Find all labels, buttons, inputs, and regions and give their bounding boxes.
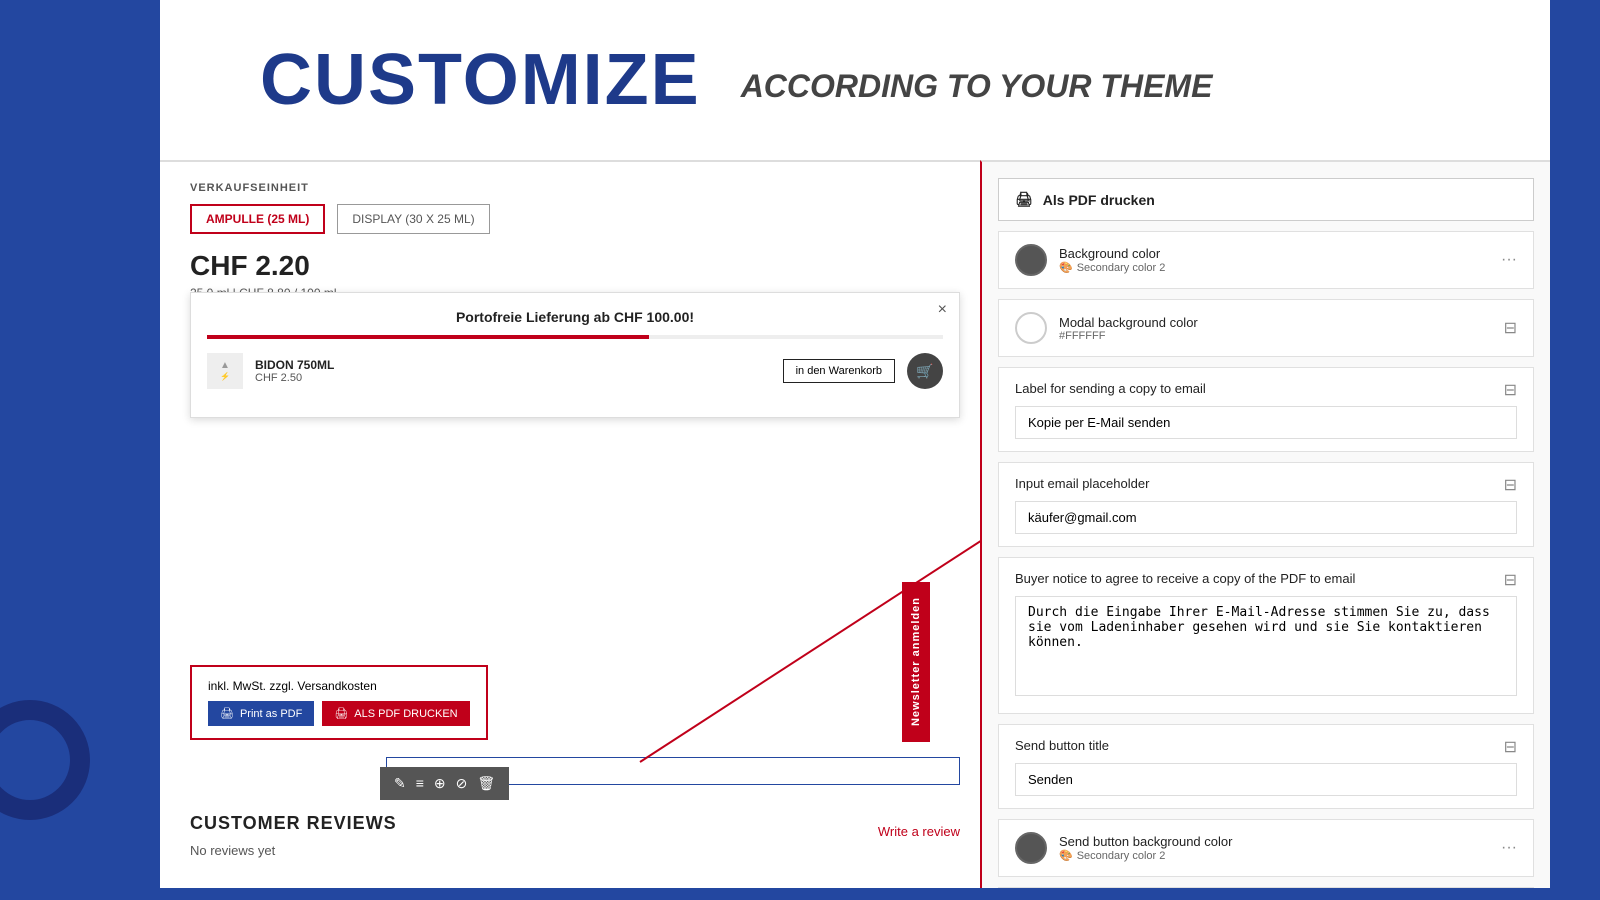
toolbar-delete-icon[interactable]: 🗑 bbox=[477, 775, 495, 792]
label-sending-copy-input[interactable] bbox=[1015, 406, 1517, 439]
palette-icon: 🎨 bbox=[1059, 261, 1073, 274]
delivery-progress-bar bbox=[207, 335, 943, 339]
background-color-label-group: Background color 🎨 Secondary color 2 bbox=[1059, 246, 1489, 274]
buyer-notice-item: Buyer notice to agree to receive a copy … bbox=[998, 557, 1534, 714]
buyer-notice-textarea[interactable]: Durch die Eingabe Ihrer E-Mail-Adresse s… bbox=[1015, 596, 1517, 696]
toolbar-slash-icon[interactable]: ⊘ bbox=[456, 775, 468, 792]
input-email-placeholder-db-icon[interactable]: ⊟ bbox=[1504, 475, 1517, 495]
label-sending-copy-label: Label for sending a copy to email bbox=[1015, 381, 1206, 396]
delivery-progress-fill bbox=[207, 335, 649, 339]
label-sending-copy-db-icon[interactable]: ⊟ bbox=[1504, 380, 1517, 400]
send-btn-bg-swatch[interactable] bbox=[1015, 832, 1047, 864]
product-price-main: CHF 2.20 bbox=[190, 250, 950, 282]
modal-bg-label: Modal background color bbox=[1059, 315, 1492, 330]
label-sending-copy-item: Label for sending a copy to email ⊟ bbox=[998, 367, 1534, 452]
send-btn-palette-icon: 🎨 bbox=[1059, 849, 1073, 862]
newsletter-label: Newsletter anmelden bbox=[910, 597, 922, 726]
input-email-placeholder-input[interactable] bbox=[1015, 501, 1517, 534]
toolbar-list-icon[interactable]: ≡ bbox=[416, 775, 424, 792]
delivery-text: Portofreie Lieferung ab CHF 100.00! bbox=[207, 309, 943, 325]
header: CUSTOMIZE ACCORDING TO YOUR THEME bbox=[160, 0, 1600, 160]
modal-bg-swatch[interactable] bbox=[1015, 312, 1047, 344]
item-name: BIDON 750ML bbox=[255, 358, 771, 372]
buyer-notice-db-icon[interactable]: ⊟ bbox=[1504, 570, 1517, 590]
item-info: BIDON 750ML CHF 2.50 bbox=[255, 358, 771, 384]
popup-cart-item: ▲⚡ BIDON 750ML CHF 2.50 in den Warenkorb… bbox=[207, 353, 943, 389]
item-price: CHF 2.50 bbox=[255, 372, 771, 384]
mini-cart-popup: × Portofreie Lieferung ab CHF 100.00! ▲⚡… bbox=[190, 292, 960, 418]
print-icon: 🖨 bbox=[220, 707, 234, 720]
modal-bg-value: #FFFFFF bbox=[1059, 330, 1492, 342]
page-subtitle: ACCORDING TO YOUR THEME bbox=[741, 56, 1213, 105]
background-color-sub: 🎨 Secondary color 2 bbox=[1059, 261, 1489, 274]
reviews-title: CUSTOMER REVIEWS bbox=[190, 813, 960, 834]
modal-bg-color-item: Modal background color #FFFFFF ⊟ bbox=[998, 299, 1534, 357]
send-btn-title-item: Send button title ⊟ bbox=[998, 724, 1534, 809]
write-review-link[interactable]: Write a review bbox=[878, 824, 960, 839]
unit-btn-display[interactable]: DISPLAY (30 X 25 ML) bbox=[337, 204, 489, 234]
verkaufs-label: VERKAUFSEINHEIT bbox=[190, 182, 950, 194]
toolbar-icons: ✎ ≡ ⊕ ⊘ 🗑 bbox=[380, 767, 509, 800]
send-btn-bg-sub: 🎨 Secondary color 2 bbox=[1059, 849, 1489, 862]
print-as-pdf-button[interactable]: 🖨 Print as PDF bbox=[208, 701, 314, 726]
send-btn-title-label: Send button title bbox=[1015, 738, 1109, 753]
background-color-label: Background color bbox=[1059, 246, 1489, 261]
send-btn-title-input[interactable] bbox=[1015, 763, 1517, 796]
newsletter-tab[interactable]: Newsletter anmelden bbox=[902, 582, 930, 742]
background-color-more[interactable]: ··· bbox=[1501, 251, 1517, 269]
main-content: VERKAUFSEINHEIT AMPULLE (25 ML) DISPLAY … bbox=[160, 160, 1550, 900]
send-btn-title-db-icon[interactable]: ⊟ bbox=[1504, 737, 1517, 757]
no-reviews-text: No reviews yet bbox=[190, 843, 275, 858]
input-email-placeholder-item: Input email placeholder ⊟ bbox=[998, 462, 1534, 547]
background-color-item: Background color 🎨 Secondary color 2 ··· bbox=[998, 231, 1534, 289]
customer-reviews-section: CUSTOMER REVIEWS No reviews yet Write a … bbox=[190, 813, 960, 860]
unit-buttons: AMPULLE (25 ML) DISPLAY (30 X 25 ML) bbox=[190, 204, 950, 234]
als-pdf-drucken-button[interactable]: 🖨 ALS PDF DRUCKEN bbox=[322, 701, 469, 726]
send-btn-bg-label: Send button background color bbox=[1059, 834, 1489, 849]
unit-btn-ampulle[interactable]: AMPULLE (25 ML) bbox=[190, 204, 325, 234]
buyer-notice-label: Buyer notice to agree to receive a copy … bbox=[1015, 571, 1355, 586]
send-btn-bg-label-group: Send button background color 🎨 Secondary… bbox=[1059, 834, 1489, 862]
toolbar-edit-icon[interactable]: ✎ bbox=[394, 775, 406, 792]
page-title: CUSTOMIZE bbox=[260, 39, 701, 121]
item-add-to-cart-button[interactable]: in den Warenkorb bbox=[783, 359, 895, 383]
bottom-bar bbox=[0, 888, 1600, 900]
product-panel: VERKAUFSEINHEIT AMPULLE (25 ML) DISPLAY … bbox=[160, 160, 980, 900]
modal-bg-db-icon[interactable]: ⊟ bbox=[1504, 318, 1517, 338]
print-red-icon: 🖨 bbox=[334, 707, 348, 720]
modal-bg-label-group: Modal background color #FFFFFF bbox=[1059, 315, 1492, 342]
print-pdf-section: inkl. MwSt. zzgl. Versandkosten 🖨 Print … bbox=[190, 665, 488, 740]
background-color-swatch[interactable] bbox=[1015, 244, 1047, 276]
item-thumbnail: ▲⚡ bbox=[207, 353, 243, 389]
toolbar-link-icon[interactable]: ⊕ bbox=[434, 775, 446, 792]
popup-close-button[interactable]: × bbox=[938, 301, 947, 319]
print-pdf-buttons: 🖨 Print as PDF 🖨 ALS PDF DRUCKEN bbox=[208, 701, 470, 726]
send-btn-bg-color-item: Send button background color 🎨 Secondary… bbox=[998, 819, 1534, 877]
cart-circle-icon: 🛒 bbox=[907, 353, 943, 389]
right-sidebar-decoration bbox=[1550, 0, 1600, 900]
settings-panel: 🖨 Als PDF drucken Background color 🎨 Sec… bbox=[980, 160, 1550, 900]
input-email-placeholder-label: Input email placeholder bbox=[1015, 476, 1149, 491]
send-btn-bg-more[interactable]: ··· bbox=[1501, 839, 1517, 857]
printer-icon: 🖨 bbox=[1015, 191, 1033, 208]
als-pdf-top-button[interactable]: 🖨 Als PDF drucken bbox=[998, 178, 1534, 221]
print-pdf-label: inkl. MwSt. zzgl. Versandkosten bbox=[208, 679, 470, 693]
